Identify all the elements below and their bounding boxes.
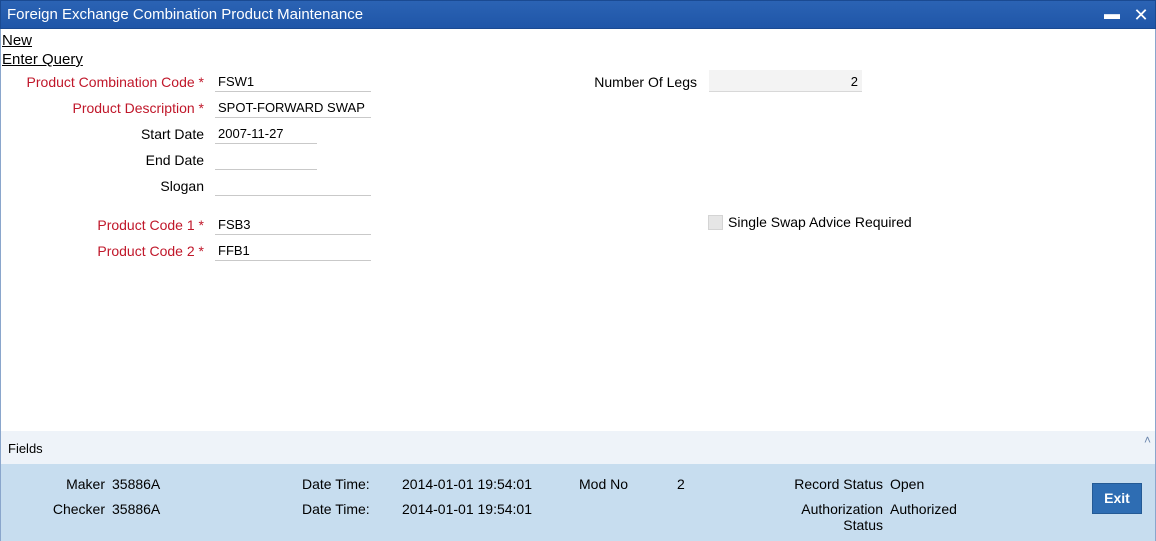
maker-value: 35886A [112, 476, 161, 492]
mod-no-value: 2 [677, 476, 685, 492]
product-code-2-field[interactable]: FFB1 [215, 239, 371, 261]
authorization-status-value: Authorized [890, 501, 957, 517]
fields-bar[interactable]: Fields ˄ [1, 431, 1155, 464]
slogan-label: Slogan [160, 178, 204, 194]
exit-button[interactable]: Exit [1092, 483, 1142, 514]
audit-footer [1, 464, 1155, 541]
window-titlebar: Foreign Exchange Combination Product Mai… [0, 0, 1156, 29]
product-code-1-label: Product Code 1 * [97, 217, 204, 233]
start-date-field[interactable]: 2007-11-27 [215, 122, 317, 144]
maker-label: Maker [66, 476, 105, 492]
product-combination-code-field[interactable]: FSW1 [215, 70, 371, 92]
authorization-status-label-line1: Authorization [801, 501, 883, 517]
single-swap-advice-label: Single Swap Advice Required [728, 214, 912, 230]
authorization-status-label-line2: Status [843, 517, 883, 533]
maker-date-time-value: 2014-01-01 19:54:01 [402, 476, 532, 492]
record-status-label: Record Status [794, 476, 883, 492]
window-title: Foreign Exchange Combination Product Mai… [7, 6, 364, 23]
checker-label: Checker [52, 501, 105, 517]
product-description-field[interactable]: SPOT-FORWARD SWAP [215, 96, 371, 118]
number-of-legs-field: 2 [709, 70, 862, 92]
product-code-1-field[interactable]: FSB3 [215, 213, 371, 235]
checker-date-time-value: 2014-01-01 19:54:01 [402, 501, 532, 517]
maker-date-time-label: Date Time: [302, 476, 370, 492]
fields-label: Fields [8, 441, 43, 456]
record-status-value: Open [890, 476, 925, 492]
end-date-label: End Date [145, 152, 204, 168]
enter-query-link[interactable]: Enter Query [2, 51, 83, 68]
start-date-label: Start Date [140, 126, 204, 142]
checker-date-time-label: Date Time: [302, 501, 370, 517]
end-date-field[interactable] [215, 148, 317, 170]
product-code-2-label: Product Code 2 * [97, 243, 204, 259]
number-of-legs-label: Number Of Legs [594, 74, 697, 90]
product-combination-code-label: Product Combination Code * [26, 74, 204, 90]
mod-no-label: Mod No [579, 476, 629, 492]
close-icon[interactable]: ✕ [1131, 5, 1151, 25]
checker-value: 35886A [112, 501, 161, 517]
product-description-label: Product Description * [72, 100, 204, 116]
minimize-icon[interactable]: ▬ [1102, 5, 1122, 25]
single-swap-advice-checkbox[interactable] [708, 215, 723, 230]
chevron-up-icon[interactable]: ˄ [1144, 433, 1151, 447]
slogan-field[interactable] [215, 174, 371, 196]
new-link[interactable]: New [2, 32, 32, 49]
